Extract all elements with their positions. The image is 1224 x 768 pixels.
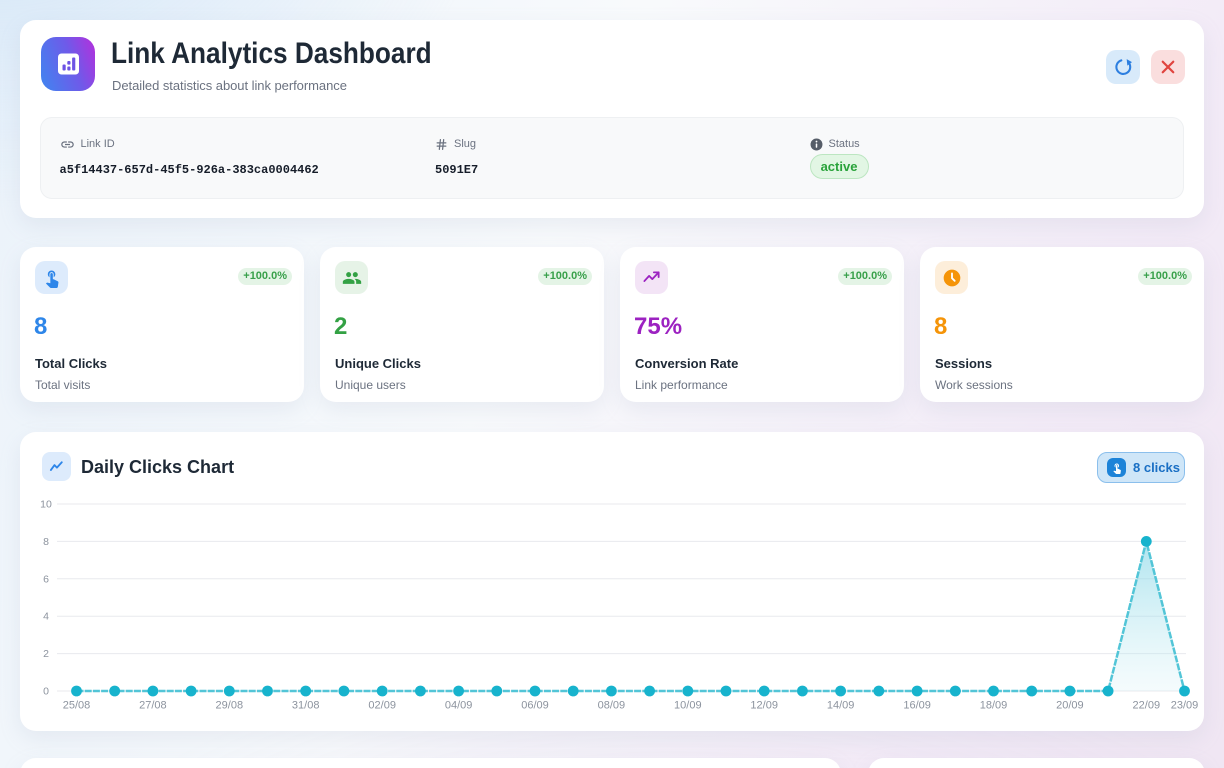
svg-text:2: 2: [43, 648, 49, 660]
svg-text:25/08: 25/08: [63, 700, 91, 712]
svg-text:06/09: 06/09: [521, 700, 549, 712]
svg-text:31/08: 31/08: [292, 700, 320, 712]
svg-text:12/09: 12/09: [750, 700, 778, 712]
svg-text:20/09: 20/09: [1056, 700, 1084, 712]
svg-text:23/09: 23/09: [1171, 700, 1199, 712]
svg-text:10/09: 10/09: [674, 700, 702, 712]
svg-text:08/09: 08/09: [598, 700, 626, 712]
svg-text:18/09: 18/09: [980, 700, 1008, 712]
svg-text:14/09: 14/09: [827, 700, 855, 712]
svg-text:0: 0: [43, 686, 49, 698]
svg-text:29/08: 29/08: [216, 700, 244, 712]
svg-text:10: 10: [40, 499, 52, 511]
svg-text:02/09: 02/09: [368, 700, 396, 712]
svg-text:22/09: 22/09: [1133, 700, 1161, 712]
svg-text:8: 8: [43, 536, 49, 548]
svg-text:16/09: 16/09: [903, 700, 931, 712]
svg-text:04/09: 04/09: [445, 700, 473, 712]
svg-text:4: 4: [43, 611, 49, 623]
svg-text:27/08: 27/08: [139, 700, 167, 712]
svg-text:6: 6: [43, 573, 49, 585]
